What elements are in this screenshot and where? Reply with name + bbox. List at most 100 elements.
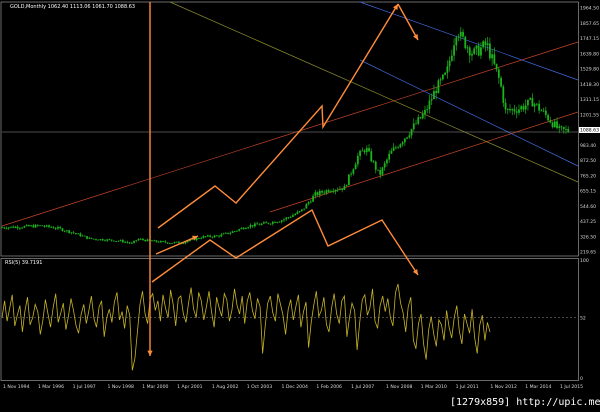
- annotation-arrow-path: [155, 235, 199, 255]
- candle-body: [88, 237, 91, 239]
- candle-body: [57, 227, 59, 229]
- current-price-label: 1088.63: [580, 128, 599, 134]
- candle-body: [27, 225, 30, 227]
- candle-body: [280, 220, 283, 222]
- candle-body: [303, 208, 306, 210]
- watermark-text: [1279x859] http://upic.me/: [450, 397, 600, 408]
- candle-body: [379, 170, 382, 175]
- candle-body: [471, 53, 473, 56]
- candle-body: [356, 155, 359, 165]
- candle-body: [491, 54, 494, 59]
- candle-body: [231, 231, 234, 233]
- candle-body: [162, 241, 165, 242]
- candle-body: [3, 227, 6, 229]
- candle-body: [482, 41, 485, 48]
- time-tick-label: 1 Nov 1998: [107, 384, 134, 390]
- candle-body: [204, 236, 207, 237]
- chart-canvas[interactable]: 1964.50 1857.65 1747.15 1639.80 1529.80 1418.…: [0, 0, 600, 412]
- candle-body: [253, 223, 256, 227]
- candle-body: [99, 239, 102, 241]
- candle-body: [276, 222, 279, 223]
- candle-body: [229, 232, 232, 234]
- price-panel-border: [0, 1, 579, 257]
- candle-body: [211, 236, 214, 238]
- candle-body: [558, 126, 561, 129]
- candle-body: [509, 108, 511, 111]
- candle-body: [450, 55, 453, 61]
- candle-body: [45, 225, 48, 227]
- candle-body: [262, 222, 265, 224]
- candle-body: [242, 227, 245, 230]
- candle-body: [327, 190, 330, 192]
- candle-body: [343, 185, 346, 190]
- chart-window: 1964.50 1857.65 1747.15 1639.80 1529.80 1418.…: [0, 0, 600, 412]
- candle-body: [289, 216, 292, 218]
- candle-body: [544, 110, 547, 115]
- candle-body: [334, 189, 337, 192]
- candle-body: [347, 174, 350, 186]
- candle-body: [412, 123, 415, 130]
- red-channel-upper: [1, 41, 579, 227]
- candle-body: [115, 241, 118, 242]
- candle-body: [410, 129, 413, 136]
- rsi-series: [1, 283, 491, 371]
- candle-body: [325, 190, 328, 194]
- rsi-tick-label: 52: [580, 316, 586, 322]
- candle-body: [168, 243, 171, 245]
- time-tick-label: 1 Jul 2011: [456, 384, 479, 390]
- candle-body: [271, 221, 274, 224]
- candle-body: [52, 227, 55, 229]
- candle-body: [365, 148, 368, 153]
- candle-body: [166, 242, 169, 244]
- candle-body: [464, 36, 467, 49]
- price-tick-label: 1529.80: [580, 67, 599, 73]
- candle-body: [155, 240, 158, 242]
- candle-body: [220, 234, 223, 237]
- candle-body: [444, 72, 447, 75]
- candle-body: [318, 190, 321, 195]
- candle-body: [354, 164, 357, 170]
- price-chart-title: GOLD,Monthly 1062.40 1113.06 1061.70 108…: [10, 4, 135, 10]
- candle-body: [16, 226, 19, 229]
- price-tick-label: 655.15: [580, 189, 596, 195]
- candle-body: [419, 117, 422, 119]
- candle-body: [86, 236, 88, 239]
- price-tick-label: 1857.65: [580, 21, 599, 27]
- candle-body: [316, 192, 319, 195]
- candle-body: [81, 235, 84, 237]
- time-tick-label: 1 Nov 2012: [490, 384, 517, 390]
- candle-body: [70, 232, 73, 234]
- candle-body: [522, 106, 525, 110]
- candle-body: [453, 45, 455, 56]
- candle-body: [245, 228, 247, 230]
- time-tick-label: 1 Aug 2002: [212, 384, 239, 390]
- candle-body: [95, 238, 97, 240]
- candle-body: [274, 221, 276, 223]
- candle-body: [388, 153, 391, 160]
- candle-body: [133, 240, 135, 243]
- candle-body: [146, 239, 149, 242]
- candle-body: [359, 150, 361, 156]
- price-axis: 1964.50 1857.65 1747.15 1639.80 1529.80 1418.…: [579, 6, 600, 256]
- candle-body: [151, 240, 153, 242]
- candle-body: [352, 169, 355, 174]
- candle-body: [424, 109, 426, 115]
- candle-body: [361, 150, 364, 152]
- candle-body: [332, 191, 335, 193]
- candle-body: [363, 150, 366, 153]
- candle-body: [368, 148, 370, 152]
- candle-body: [336, 189, 339, 191]
- price-tick-label: 1639.80: [580, 51, 599, 57]
- candle-body: [515, 111, 518, 113]
- candle-body: [256, 223, 259, 225]
- candle-body: [504, 102, 507, 110]
- candle-body: [218, 235, 220, 237]
- candle-body: [531, 98, 534, 107]
- candle-body: [406, 137, 408, 139]
- candle-body: [421, 114, 424, 119]
- candle-body: [417, 117, 420, 124]
- candle-body: [484, 41, 487, 46]
- candle-body: [533, 104, 536, 107]
- candle-body: [175, 241, 178, 243]
- candle-body: [119, 240, 122, 241]
